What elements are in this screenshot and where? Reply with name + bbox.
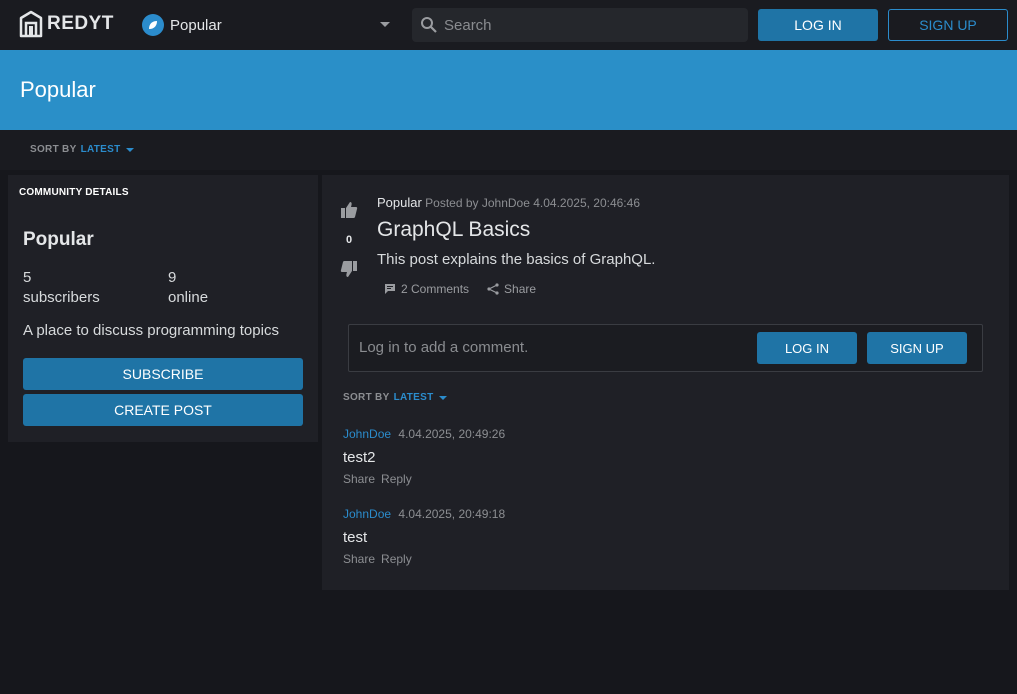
logo[interactable]: REDYT [19,10,114,38]
post-body: This post explains the basics of GraphQL… [377,251,656,268]
sort-value: LATEST [80,144,121,155]
community-name: Popular [23,229,94,250]
comment-meta: JohnDoe 4.04.2025, 20:49:18 [343,507,505,521]
share-label: Share [504,282,537,296]
subscribe-button[interactable]: SUBSCRIBE [23,358,303,390]
comment-text: test2 [343,449,376,466]
comment-signup-button[interactable]: SIGN UP [867,332,967,364]
vote-count: 0 [345,234,353,246]
sort-label: SORT BY [30,144,77,155]
comment-sort-dropdown[interactable]: SORT BY LATEST [343,392,447,403]
create-post-button[interactable]: CREATE POST [23,394,303,426]
search-input[interactable] [444,16,724,34]
comments-label: 2 Comments [401,282,470,296]
comment-item: JohnDoe 4.04.2025, 20:49:18 test Share R… [343,507,505,566]
vote-controls: 0 [340,201,358,283]
community-dropdown[interactable]: Popular [142,12,394,38]
comment-share-button[interactable]: Share [343,472,375,486]
comment-share-button[interactable]: Share [343,552,375,566]
search-icon [420,16,438,34]
post-title[interactable]: GraphQL Basics [377,218,530,242]
comment-sort-value: LATEST [393,392,434,403]
comment-icon [385,284,395,294]
comment-input[interactable] [359,339,739,356]
comment-author[interactable]: JohnDoe [343,427,391,441]
comment-actions: Share Reply [343,472,505,486]
community-description: A place to discuss programming topics [23,322,279,339]
sort-bar: SORT BY LATEST [0,130,1017,170]
sort-dropdown[interactable]: SORT BY LATEST [30,144,134,155]
share-button[interactable]: Share [487,282,536,296]
subscribers-stat: 5 subscribers [23,268,100,308]
search-bar [412,8,748,42]
subscribers-count: 5 [23,269,32,286]
post-panel: 0 Popular Posted by JohnDoe 4.04.2025, 2… [322,175,1009,590]
header-signup-button[interactable]: SIGN UP [888,9,1008,41]
chevron-down-icon [380,22,390,27]
thumbs-up-icon[interactable] [340,201,358,224]
post-actions: 2 Comments Share [384,282,554,296]
community-banner: Popular [0,50,1017,130]
comments-button[interactable]: 2 Comments [384,282,469,296]
comment-item: JohnDoe 4.04.2025, 20:49:26 test2 Share … [343,427,505,486]
comment-reply-button[interactable]: Reply [381,472,412,486]
caret-down-icon [125,147,134,152]
post-community-link[interactable]: Popular [377,195,422,210]
post-byline: Posted by JohnDoe 4.04.2025, 20:46:46 [425,196,640,210]
online-count: 9 [168,269,177,286]
comment-text: test [343,529,368,546]
comment-time: 4.04.2025, 20:49:18 [398,507,506,521]
comment-time: 4.04.2025, 20:49:26 [398,427,506,441]
subscribers-label: subscribers [23,289,100,306]
header-login-button[interactable]: LOG IN [758,9,878,41]
share-icon [487,283,499,295]
comment-login-button[interactable]: LOG IN [757,332,857,364]
page-title: Popular [20,77,96,102]
comment-author[interactable]: JohnDoe [343,507,391,521]
community-avatar-icon [142,14,164,36]
online-label: online [168,289,209,306]
community-details-heading: COMMUNITY DETAILS [19,187,129,198]
comment-box: LOG IN SIGN UP [348,324,983,372]
comment-actions: Share Reply [343,552,505,566]
top-navbar: REDYT Popular LOG IN SIGN UP [0,0,1017,50]
home-logo-icon [19,10,43,38]
caret-down-icon [438,395,447,400]
comment-reply-button[interactable]: Reply [381,552,412,566]
community-details-panel: COMMUNITY DETAILS Popular 5 subscribers … [8,175,318,442]
logo-text: REDYT [47,13,114,34]
comment-meta: JohnDoe 4.04.2025, 20:49:26 [343,427,505,441]
post-meta: Popular Posted by JohnDoe 4.04.2025, 20:… [377,195,640,210]
comment-sort-label: SORT BY [343,392,390,403]
thumbs-down-icon[interactable] [340,260,358,283]
community-dropdown-label: Popular [170,16,222,34]
online-stat: 9 online [168,268,208,308]
